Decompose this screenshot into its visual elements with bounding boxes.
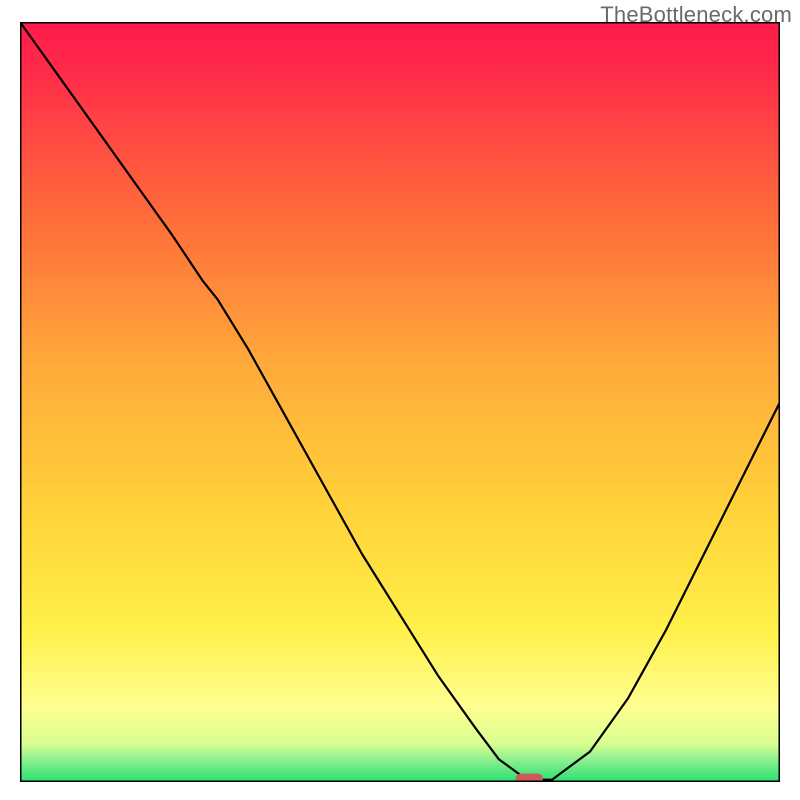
chart-stage: TheBottleneck.com <box>0 0 800 800</box>
plot-area <box>20 22 780 782</box>
plot-svg <box>20 22 780 782</box>
gradient-background <box>20 22 780 782</box>
watermark-text: TheBottleneck.com <box>600 2 792 28</box>
